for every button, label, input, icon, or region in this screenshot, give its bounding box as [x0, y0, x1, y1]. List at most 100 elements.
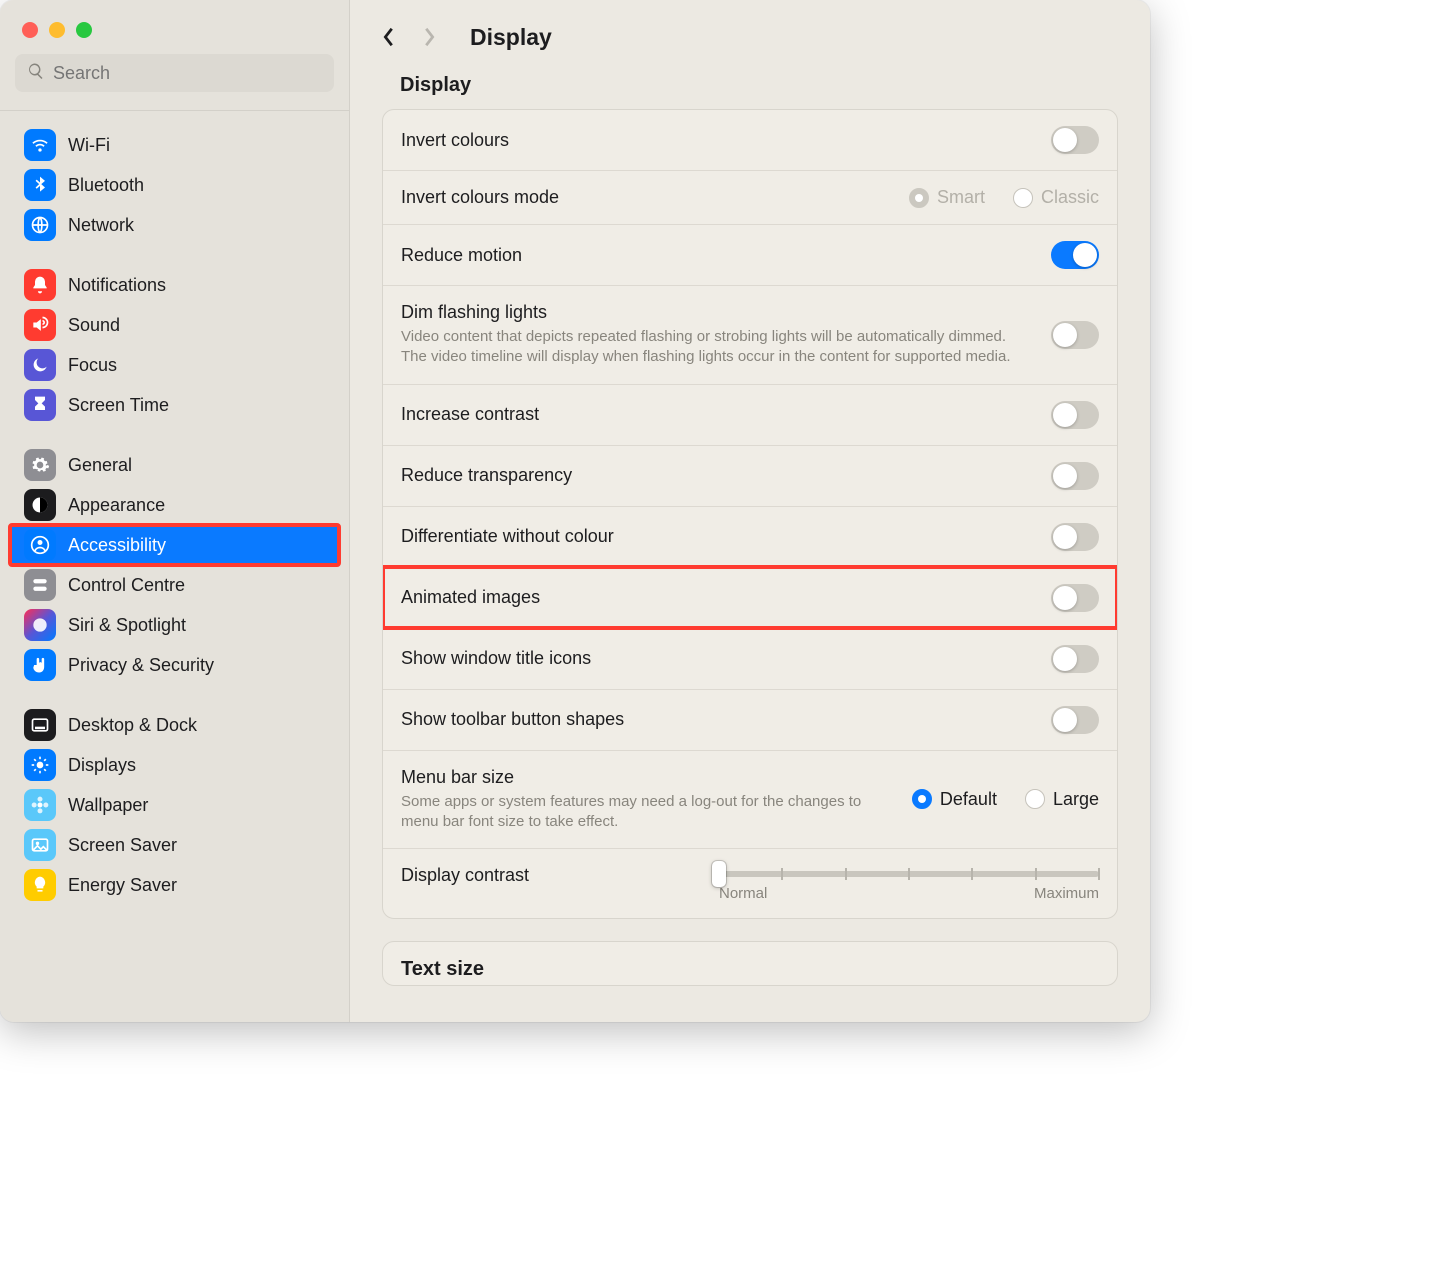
sidebar-item-label: Sound	[68, 315, 120, 336]
sun-icon	[24, 749, 56, 781]
close-window-button[interactable]	[22, 22, 38, 38]
row-label: Increase contrast	[401, 404, 1033, 425]
sidebar-item-siri-spotlight[interactable]: Siri & Spotlight	[10, 605, 339, 645]
animated-toggle[interactable]	[1051, 584, 1099, 612]
sidebar-item-general[interactable]: General	[10, 445, 339, 485]
contrast-icon	[24, 489, 56, 521]
row-label: Reduce transparency	[401, 465, 1033, 486]
row-dim-flashing: Dim flashing lights Video content that de…	[383, 285, 1117, 384]
moon-icon	[24, 349, 56, 381]
sidebar-item-focus[interactable]: Focus	[10, 345, 339, 385]
row-label: Show window title icons	[401, 648, 1033, 669]
invert-mode-radio-group: Smart Classic	[909, 187, 1099, 208]
sidebar-item-control-centre[interactable]: Control Centre	[10, 565, 339, 605]
row-label: Show toolbar button shapes	[401, 709, 1033, 730]
increase-contrast-toggle[interactable]	[1051, 401, 1099, 429]
person-circle-icon	[24, 529, 56, 561]
reduce-motion-toggle[interactable]	[1051, 241, 1099, 269]
row-title-icons: Show window title icons	[383, 628, 1117, 689]
sidebar-item-privacy-security[interactable]: Privacy & Security	[10, 645, 339, 685]
hourglass-icon	[24, 389, 56, 421]
row-label: Menu bar size	[401, 767, 894, 788]
row-label: Invert colours mode	[401, 187, 891, 208]
minimize-window-button[interactable]	[49, 22, 65, 38]
search-field[interactable]	[15, 54, 334, 92]
sidebar-item-desktop-dock[interactable]: Desktop & Dock	[10, 705, 339, 745]
row-reduce-motion: Reduce motion	[383, 224, 1117, 285]
row-label: Reduce motion	[401, 245, 1033, 266]
sidebar-item-sound[interactable]: Sound	[10, 305, 339, 345]
siri-icon	[24, 609, 56, 641]
sidebar-item-displays[interactable]: Displays	[10, 745, 339, 785]
sidebar-item-wi-fi[interactable]: Wi-Fi	[10, 125, 339, 165]
toolbar-shapes-toggle[interactable]	[1051, 706, 1099, 734]
row-increase-contrast: Increase contrast	[383, 384, 1117, 445]
row-label: Differentiate without colour	[401, 526, 1033, 547]
radio-label: Default	[940, 789, 997, 810]
radio-smart: Smart	[909, 187, 985, 208]
sidebar-item-label: Control Centre	[68, 575, 185, 596]
sidebar: Wi-Fi Bluetooth Network Notifications Sound F…	[0, 0, 350, 1022]
sidebar-item-screen-saver[interactable]: Screen Saver	[10, 825, 339, 865]
section-heading: Display	[382, 70, 1118, 109]
sidebar-item-label: Focus	[68, 355, 117, 376]
sidebar-item-label: Privacy & Security	[68, 655, 214, 676]
sidebar-item-energy-saver[interactable]: Energy Saver	[10, 865, 339, 905]
radio-large[interactable]: Large	[1025, 789, 1099, 810]
page-title: Display	[470, 24, 552, 51]
window-controls	[0, 0, 349, 52]
row-invert-mode: Invert colours mode Smart Classic	[383, 170, 1117, 224]
sidebar-item-notifications[interactable]: Notifications	[10, 265, 339, 305]
flower-icon	[24, 789, 56, 821]
radio-label: Large	[1053, 789, 1099, 810]
sidebar-item-bluetooth[interactable]: Bluetooth	[10, 165, 339, 205]
sidebar-item-label: Bluetooth	[68, 175, 144, 196]
row-label: Display contrast	[401, 865, 701, 886]
back-button[interactable]	[374, 22, 404, 52]
row-description: Some apps or system features may need a …	[401, 792, 894, 833]
search-input[interactable]	[53, 63, 322, 84]
sidebar-item-label: Energy Saver	[68, 875, 177, 896]
sidebar-item-appearance[interactable]: Appearance	[10, 485, 339, 525]
search-icon	[27, 62, 53, 85]
bluetooth-icon	[24, 169, 56, 201]
globe-icon	[24, 209, 56, 241]
row-toolbar-shapes: Show toolbar button shapes	[383, 689, 1117, 750]
diff-colour-toggle[interactable]	[1051, 523, 1099, 551]
row-invert: Invert colours	[383, 110, 1117, 170]
radio-circle-icon	[912, 789, 932, 809]
forward-button[interactable]	[414, 22, 444, 52]
row-reduce-transparency: Reduce transparency	[383, 445, 1117, 506]
switches-icon	[24, 569, 56, 601]
radio-circle-icon	[909, 188, 929, 208]
display-contrast-slider[interactable]	[719, 871, 1099, 877]
settings-window: Wi-Fi Bluetooth Network Notifications Sound F…	[0, 0, 1150, 1022]
radio-classic: Classic	[1013, 187, 1099, 208]
sidebar-item-label: Displays	[68, 755, 136, 776]
sidebar-item-network[interactable]: Network	[10, 205, 339, 245]
sidebar-item-label: Screen Saver	[68, 835, 177, 856]
zoom-window-button[interactable]	[76, 22, 92, 38]
bulb-icon	[24, 869, 56, 901]
sidebar-item-screen-time[interactable]: Screen Time	[10, 385, 339, 425]
row-description: Video content that depicts repeated flas…	[401, 327, 1033, 368]
slider-thumb[interactable]	[712, 861, 726, 887]
speaker-icon	[24, 309, 56, 341]
sidebar-item-accessibility[interactable]: Accessibility	[10, 525, 339, 565]
hand-icon	[24, 649, 56, 681]
sidebar-item-label: Notifications	[68, 275, 166, 296]
sidebar-item-label: Siri & Spotlight	[68, 615, 186, 636]
wifi-icon	[24, 129, 56, 161]
menubar-size-radio-group: Default Large	[912, 789, 1099, 810]
row-menubar-size: Menu bar size Some apps or system feature…	[383, 750, 1117, 849]
sidebar-item-wallpaper[interactable]: Wallpaper	[10, 785, 339, 825]
radio-label: Classic	[1041, 187, 1099, 208]
invert-toggle[interactable]	[1051, 126, 1099, 154]
title-icons-toggle[interactable]	[1051, 645, 1099, 673]
dim-flashing-toggle[interactable]	[1051, 321, 1099, 349]
row-label: Dim flashing lights	[401, 302, 1033, 323]
dock-icon	[24, 709, 56, 741]
reduce-transparency-toggle[interactable]	[1051, 462, 1099, 490]
radio-label: Smart	[937, 187, 985, 208]
radio-default[interactable]: Default	[912, 789, 997, 810]
